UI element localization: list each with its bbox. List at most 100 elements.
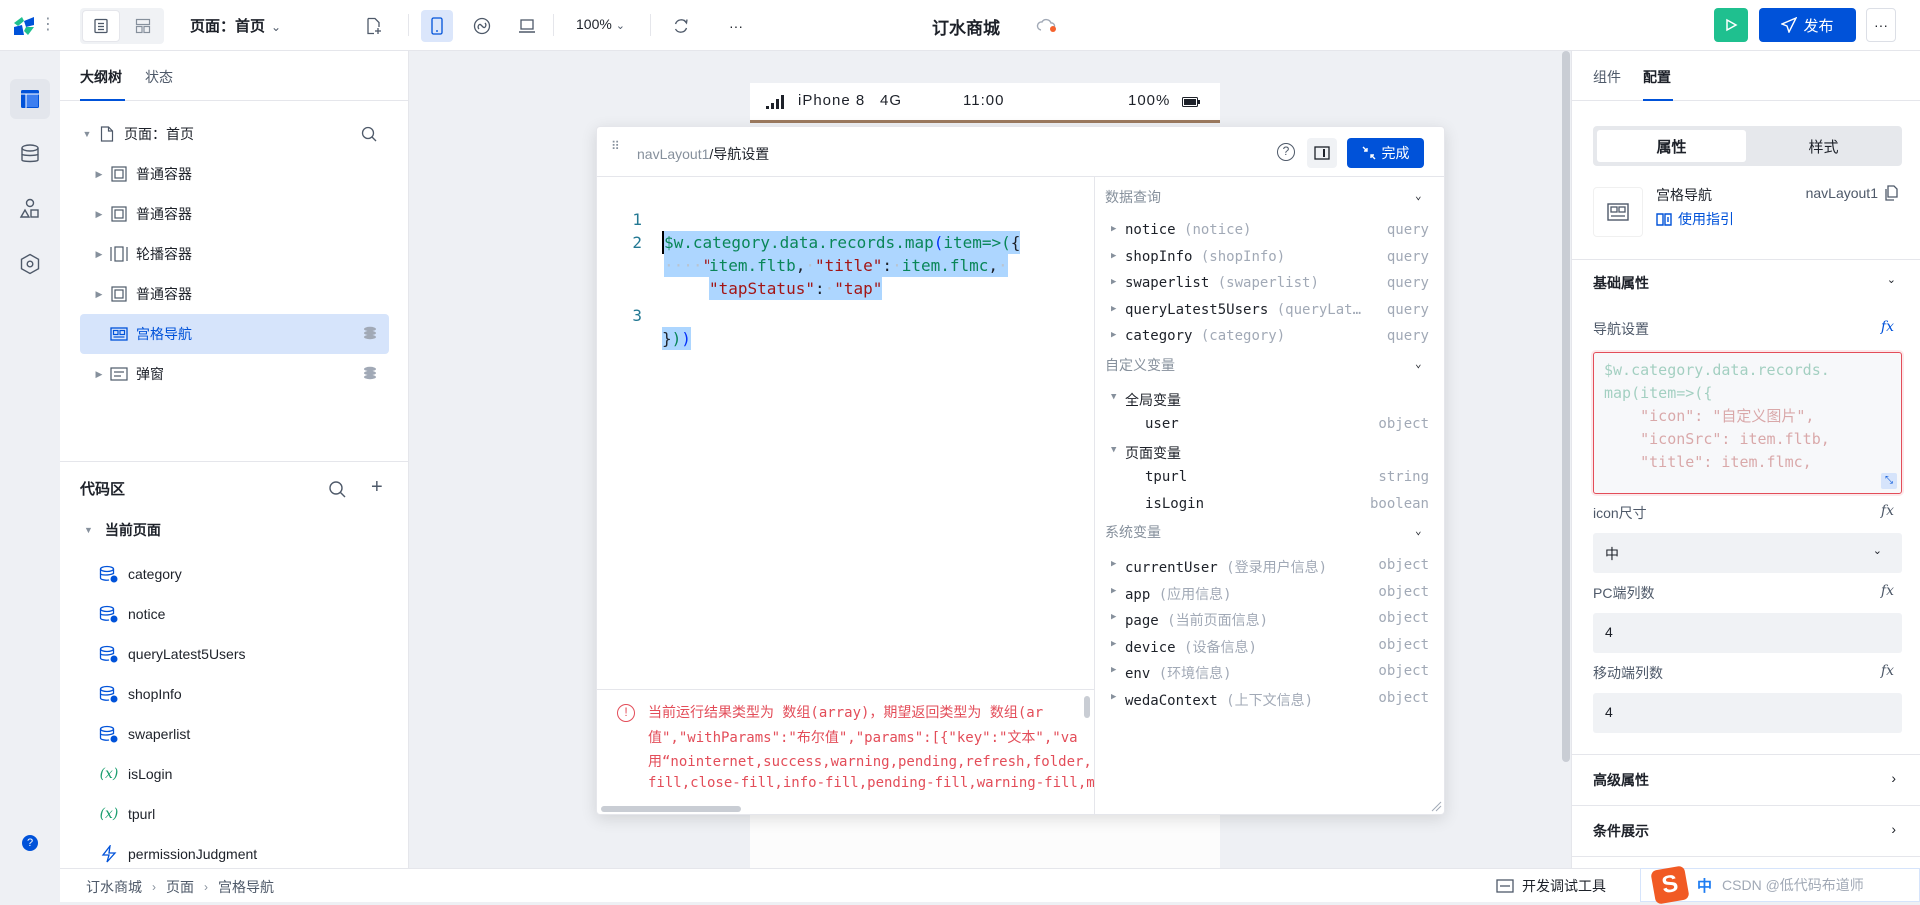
mobile-preview-button[interactable] <box>421 10 453 42</box>
fx-icon[interactable]: fx <box>1881 319 1894 335</box>
chevron-down-icon[interactable]: ⌄ <box>1415 524 1422 537</box>
caret-right-icon[interactable]: ▶ <box>92 209 106 220</box>
icon-size-select[interactable]: 中 ⌄ <box>1593 533 1902 573</box>
variable-row[interactable]: ▶ currentUser (登录用户信息) object <box>1111 555 1429 579</box>
breadcrumb-item[interactable]: 订水商城 <box>86 877 142 897</box>
tree-node-carousel[interactable]: ▶ 轮播容器 <box>80 234 389 274</box>
more-tools-icon[interactable]: ··· <box>720 10 752 42</box>
code-item[interactable]: shopInfo <box>98 678 182 710</box>
variable-row[interactable]: ▶ page (当前页面信息) object <box>1111 608 1429 632</box>
preview-run-button[interactable] <box>1714 8 1748 42</box>
caret-right-icon[interactable]: ▶ <box>92 249 106 260</box>
horizontal-scrollbar[interactable] <box>601 806 741 812</box>
variable-row[interactable]: ▶ wedaContext (上下文信息) object <box>1111 688 1429 712</box>
pc-columns-input[interactable]: 4 <box>1593 613 1902 653</box>
toggle-side-panel-button[interactable] <box>1307 138 1337 168</box>
segment-styles[interactable]: 样式 <box>1749 130 1898 162</box>
variable-row[interactable]: user object <box>1111 414 1429 438</box>
variable-row[interactable]: ▶ queryLatest5Users (queryLat… query <box>1111 300 1429 324</box>
drag-handle-icon[interactable]: ⠿ <box>611 140 621 152</box>
expand-editor-icon[interactable]: ⤡ <box>1881 473 1897 489</box>
chevron-right-icon[interactable]: › <box>1891 821 1896 837</box>
variable-row[interactable]: ▶ swaperlist (swaperlist) query <box>1111 273 1429 297</box>
copy-icon[interactable] <box>1884 185 1898 201</box>
search-icon[interactable] <box>361 126 377 145</box>
caret-right-icon[interactable]: ▶ <box>92 169 106 180</box>
rail-outline[interactable] <box>10 79 50 119</box>
app-logo-icon[interactable] <box>12 15 36 37</box>
add-icon[interactable]: + <box>371 476 383 499</box>
help-icon[interactable]: ? <box>22 835 38 851</box>
variable-section-title[interactable]: 自定义变量 <box>1105 355 1175 375</box>
condition-display-title[interactable]: 条件展示 <box>1593 821 1649 841</box>
tab-outline[interactable]: 大纲树 <box>80 67 122 87</box>
chevron-down-icon[interactable]: ⌄ <box>1415 357 1422 370</box>
new-page-button[interactable] <box>358 10 390 42</box>
caret-right-icon[interactable]: ▶ <box>1111 330 1116 340</box>
search-icon[interactable] <box>328 480 346 501</box>
layout-view-button[interactable] <box>124 10 162 42</box>
caret-right-icon[interactable]: ▶ <box>92 369 106 380</box>
caret-right-icon[interactable]: ▶ <box>1111 251 1116 261</box>
usage-guide-link[interactable]: 使用指引 <box>1656 209 1734 229</box>
chevron-down-icon[interactable]: ⌄ <box>1415 189 1422 202</box>
app-menu-icon[interactable]: ⋮ <box>40 14 56 36</box>
code-item[interactable]: category <box>98 558 182 590</box>
vertical-scrollbar[interactable] <box>1084 696 1090 718</box>
resize-handle-icon[interactable] <box>1430 800 1442 812</box>
tree-node-container[interactable]: ▶ 普通容器 <box>80 274 389 314</box>
caret-right-icon[interactable]: ▶ <box>1111 304 1116 314</box>
variable-row[interactable]: ▶ notice (notice) query <box>1111 220 1429 244</box>
basic-properties-title[interactable]: 基础属性 <box>1593 273 1649 293</box>
fx-icon[interactable]: fx <box>1881 503 1894 519</box>
variable-section-title[interactable]: 系统变量 <box>1105 522 1161 542</box>
caret-right-icon[interactable]: ▶ <box>92 289 106 300</box>
nav-settings-code-input[interactable]: $w.category.data.records. map(item=>({ "… <box>1593 352 1902 494</box>
tree-node-container[interactable]: ▶ 普通容器 <box>80 154 389 194</box>
segment-properties[interactable]: 属性 <box>1597 130 1746 162</box>
caret-right-icon[interactable]: ▶ <box>1111 586 1116 596</box>
caret-right-icon[interactable]: ▶ <box>1111 665 1116 675</box>
caret-right-icon[interactable]: ▶ <box>1111 639 1116 649</box>
publish-button[interactable]: 发布 <box>1759 8 1856 42</box>
fx-icon[interactable]: fx <box>1881 663 1894 679</box>
breadcrumb-item[interactable]: 页面 <box>166 877 194 897</box>
tree-node-modal[interactable]: ▶ 弹窗 <box>80 354 389 394</box>
code-item[interactable]: queryLatest5Users <box>98 638 246 670</box>
code-editor[interactable]: 1 $w.category.data.records.map(item=>({ … <box>597 177 1094 689</box>
variable-row[interactable]: ▶ env (环境信息) object <box>1111 661 1429 685</box>
refresh-button[interactable] <box>665 10 697 42</box>
variable-row[interactable]: ▶ device (设备信息) object <box>1111 635 1429 659</box>
rail-data[interactable] <box>10 134 50 174</box>
ime-mode[interactable]: 中 <box>1697 875 1712 896</box>
code-item[interactable]: swaperlist <box>98 718 190 750</box>
devtools-button[interactable]: 开发调试工具 <box>1496 876 1606 896</box>
tree-node-page[interactable]: ▼ 页面：首页 <box>80 114 389 154</box>
caret-right-icon[interactable]: ▶ <box>1111 612 1116 622</box>
variable-row[interactable]: ▶ app (应用信息) object <box>1111 582 1429 606</box>
code-item[interactable]: (x) tpurl <box>98 798 156 830</box>
done-button[interactable]: 完成 <box>1347 138 1424 168</box>
caret-right-icon[interactable]: ▶ <box>1111 692 1116 702</box>
breadcrumb-item[interactable]: 宫格导航 <box>218 877 274 897</box>
variable-row[interactable]: ▶ shopInfo (shopInfo) query <box>1111 247 1429 271</box>
code-item[interactable]: notice <box>98 598 165 630</box>
caret-right-icon[interactable]: ▶ <box>1111 224 1116 234</box>
chevron-down-icon[interactable]: ⌄ <box>1887 273 1896 286</box>
caret-down-icon[interactable]: ▼ <box>1111 445 1116 455</box>
chevron-right-icon[interactable]: › <box>1891 770 1896 786</box>
miniprogram-preview-button[interactable] <box>466 10 498 42</box>
rail-components[interactable] <box>10 189 50 229</box>
tree-node-grid-nav[interactable]: 宫格导航 <box>80 314 389 354</box>
sogou-ime-icon[interactable]: S <box>1650 865 1690 905</box>
zoom-selector[interactable]: 100% ⌄ <box>576 16 625 32</box>
tree-node-container[interactable]: ▶ 普通容器 <box>80 194 389 234</box>
code-group-current-page[interactable]: ▼ 当前页面 <box>84 520 161 540</box>
rail-settings[interactable] <box>10 244 50 284</box>
caret-down-icon[interactable]: ▼ <box>1111 392 1116 402</box>
advanced-properties-title[interactable]: 高级属性 <box>1593 770 1649 790</box>
tab-config[interactable]: 配置 <box>1643 67 1671 87</box>
outline-view-button[interactable] <box>82 10 120 42</box>
tab-state[interactable]: 状态 <box>145 67 173 87</box>
desktop-preview-button[interactable] <box>511 10 543 42</box>
